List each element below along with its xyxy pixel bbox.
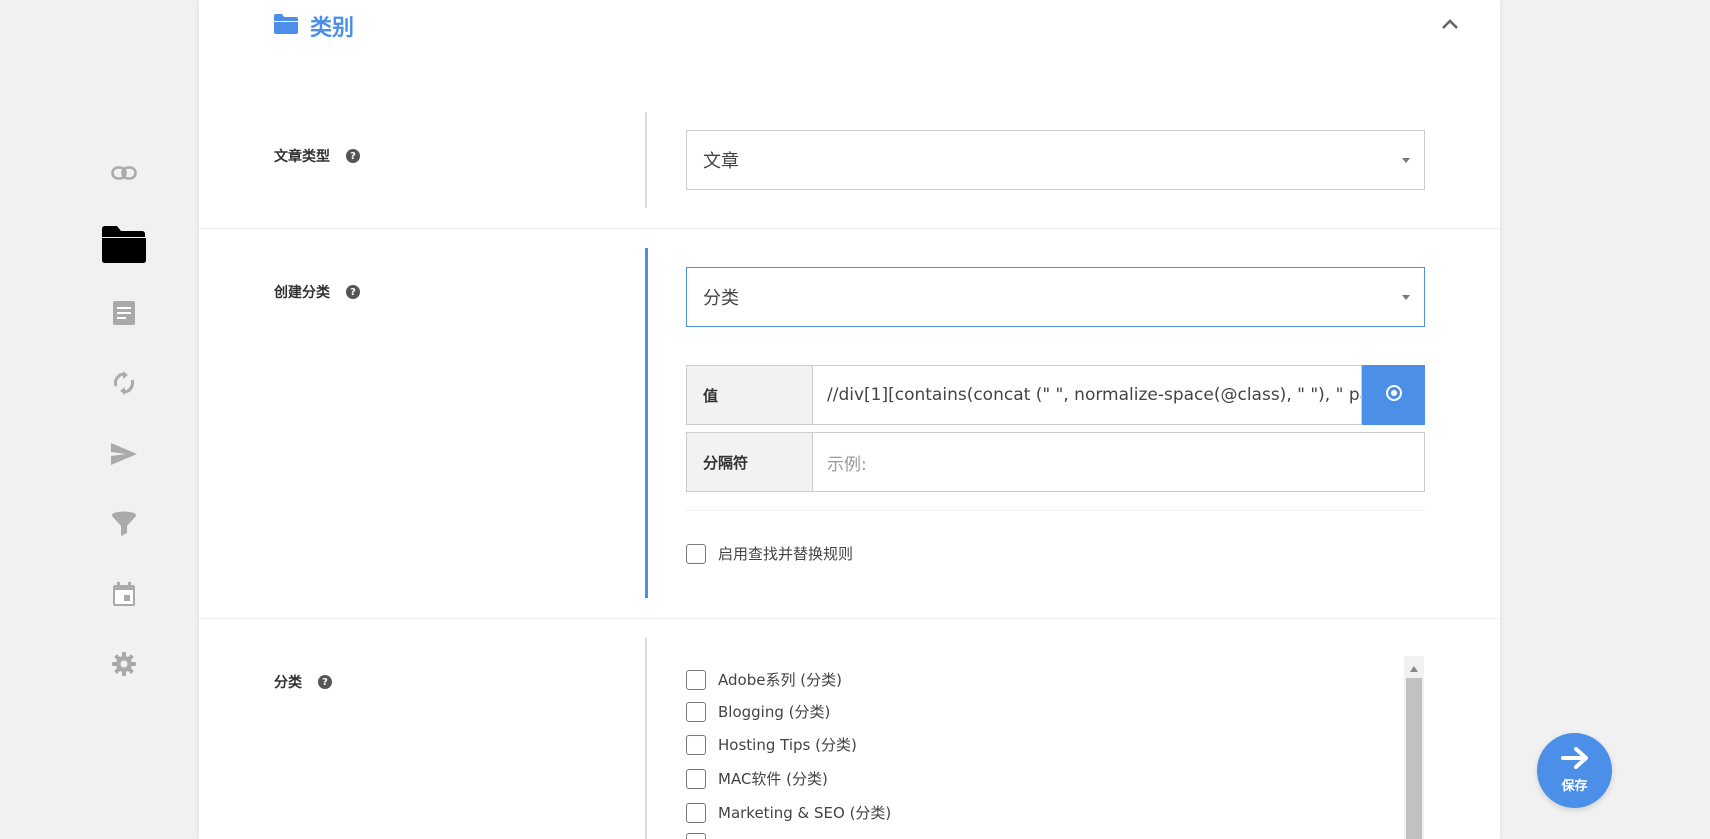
link-icon[interactable] (108, 157, 140, 189)
separator-input-group: 分隔符 示例: (686, 432, 1425, 492)
settings-card: 类别 文章类型 ? 文章 创建分类 ? 分类 值 //div[1][contai… (199, 0, 1500, 839)
gear-icon[interactable] (108, 648, 140, 680)
list-item: MAC软件 (分类) (686, 768, 828, 789)
active-row-indicator (645, 248, 648, 598)
categories-label: 分类 (274, 675, 302, 691)
post-type-selected-value: 文章 (703, 151, 739, 172)
category-checkbox-list: Adobe系列 (分类) Blogging (分类) Hosting Tips … (686, 656, 1425, 839)
section-divider (199, 618, 1500, 619)
category-list-scrollbar[interactable] (1404, 656, 1424, 839)
create-category-selected-value: 分类 (703, 288, 739, 309)
calendar-icon[interactable] (108, 578, 140, 610)
chevron-down-icon (1402, 158, 1410, 163)
document-icon[interactable] (108, 297, 140, 329)
category-checkbox[interactable] (686, 701, 706, 722)
category-checkbox[interactable] (686, 802, 706, 823)
post-type-label: 文章类型 (274, 149, 330, 165)
category-label: Blogging (分类) (718, 703, 831, 721)
find-replace-option: 启用查找并替换规则 (686, 543, 853, 564)
sidebar-nav (0, 0, 200, 839)
row-divider-vertical (645, 638, 647, 839)
help-icon[interactable]: ? (318, 675, 332, 689)
category-checkbox[interactable] (686, 833, 706, 839)
separator-input[interactable]: 示例: (812, 432, 1425, 492)
section-title: 类别 (310, 16, 355, 41)
chevron-down-icon (1402, 295, 1410, 300)
sync-icon[interactable] (108, 367, 140, 399)
create-category-label-group: 创建分类 ? (274, 282, 360, 302)
post-type-select[interactable]: 文章 (686, 130, 1425, 190)
filter-icon[interactable] (108, 508, 140, 540)
chevron-up-icon (1441, 15, 1459, 34)
category-label: Adobe系列 (分类) (718, 671, 842, 689)
element-picker-button[interactable] (1362, 365, 1425, 425)
help-icon[interactable]: ? (346, 149, 360, 163)
category-checkbox[interactable] (686, 669, 706, 690)
list-item: Hosting Tips (分类) (686, 734, 857, 755)
row-divider-vertical (645, 112, 647, 208)
value-input-group: 值 //div[1][contains(concat (" ", normali… (686, 365, 1425, 425)
help-icon[interactable]: ? (346, 285, 360, 299)
find-replace-label: 启用查找并替换规则 (718, 545, 854, 563)
triangle-up-icon (1410, 657, 1418, 676)
find-replace-checkbox[interactable] (686, 543, 706, 564)
section-divider (199, 228, 1500, 229)
category-label: MAC软件 (分类) (718, 770, 828, 788)
category-label: Hosting Tips (分类) (718, 736, 857, 754)
send-icon[interactable] (108, 438, 140, 470)
create-category-select[interactable]: 分类 (686, 267, 1425, 327)
list-item: Adobe系列 (分类) (686, 669, 842, 690)
categories-label-group: 分类 ? (274, 672, 332, 692)
arrow-right-icon (1560, 747, 1589, 773)
list-item: Marketing & SEO (分类) (686, 802, 891, 823)
value-field-label: 值 (686, 365, 812, 425)
value-input[interactable]: //div[1][contains(concat (" ", normalize… (812, 365, 1362, 425)
collapse-button[interactable] (1436, 10, 1464, 38)
save-button-label: 保存 (1561, 779, 1588, 794)
separator-field-label: 分隔符 (686, 432, 812, 492)
category-label: Marketing & SEO (分类) (718, 804, 892, 822)
section-header: 类别 (274, 10, 354, 42)
scrollbar-thumb[interactable] (1406, 678, 1422, 839)
category-checkbox[interactable] (686, 768, 706, 789)
scroll-up-arrow[interactable] (1404, 656, 1424, 676)
category-checkbox[interactable] (686, 734, 706, 755)
list-item: Blogging (分类) (686, 701, 830, 722)
folder-icon (274, 14, 298, 38)
folder-icon[interactable] (102, 224, 146, 264)
create-category-label: 创建分类 (274, 285, 330, 301)
post-type-label-group: 文章类型 ? (274, 146, 360, 166)
target-icon (1385, 384, 1403, 406)
save-button[interactable]: 保存 (1537, 733, 1612, 808)
inner-divider (686, 510, 1425, 511)
list-item (686, 833, 706, 839)
